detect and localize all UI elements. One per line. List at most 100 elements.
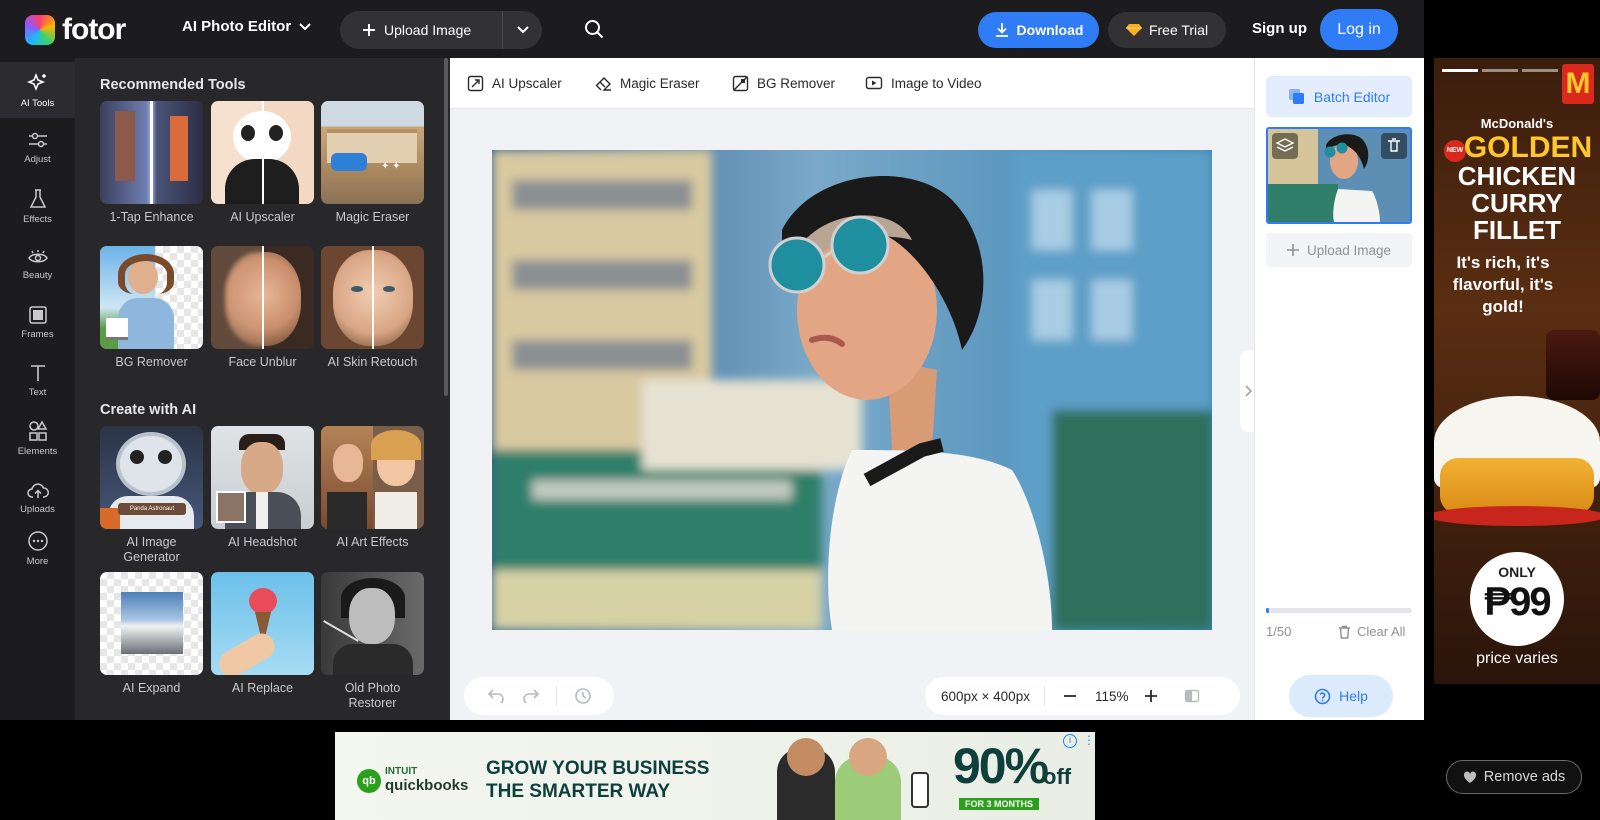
tool-old-photo-restorer[interactable]: Old Photo Restorer: [321, 572, 424, 711]
rail-item-elements[interactable]: Elements: [0, 410, 75, 466]
rail-item-label: AI Tools: [20, 97, 55, 109]
quick-tool-image-to-video[interactable]: Image to Video: [865, 75, 982, 91]
rail-item-beauty[interactable]: Beauty: [0, 236, 75, 292]
ad-info-icon[interactable]: i: [1063, 734, 1077, 748]
tool-ai-headshot[interactable]: AI Headshot: [211, 426, 314, 550]
ad-story-bar: [1522, 69, 1558, 72]
tool-face-unblur[interactable]: Face Unblur: [211, 246, 314, 370]
zoom-in-icon[interactable]: [1144, 689, 1158, 703]
ad-price-note: price varies: [1476, 650, 1558, 667]
upload-count: 1/50: [1266, 624, 1292, 639]
rail-item-label: Uploads: [20, 503, 55, 515]
redo-icon[interactable]: [522, 689, 539, 703]
ad-story-bar: [1482, 69, 1518, 72]
quick-tool-label: Magic Eraser: [620, 76, 700, 91]
help-button[interactable]: Help: [1289, 675, 1393, 717]
eraser-icon: [595, 77, 611, 91]
quick-tool-ai-upscaler[interactable]: AI Upscaler: [467, 75, 562, 92]
remove-ads-button[interactable]: Remove ads: [1446, 760, 1582, 794]
help-icon: [1314, 688, 1331, 704]
sliders-icon: [28, 132, 47, 147]
quick-tool-label: AI Upscaler: [492, 76, 562, 91]
history-icon[interactable]: [574, 687, 592, 705]
side-upload-image-button[interactable]: Upload Image: [1266, 233, 1412, 267]
quick-tool-magic-eraser[interactable]: Magic Eraser: [595, 75, 700, 92]
tool-ai-art-effects[interactable]: AI Art Effects: [321, 426, 424, 550]
chevron-down-icon: [516, 26, 529, 34]
rail-item-uploads[interactable]: Uploads: [0, 470, 75, 526]
ad-tagline: It's rich, it's flavorful, it's gold!: [1452, 253, 1554, 316]
layers-icon: [1288, 89, 1304, 104]
tool-ai-skin-retouch[interactable]: AI Skin Retouch: [321, 246, 424, 370]
canvas-image[interactable]: [492, 150, 1212, 630]
tools-panel-scrollbar[interactable]: [444, 58, 448, 396]
tool-thumbnail: [100, 101, 203, 204]
rail-item-more[interactable]: More: [0, 520, 75, 576]
tool-label: AI Headshot: [228, 535, 297, 549]
undo-icon[interactable]: [488, 689, 505, 703]
history-controls: [464, 677, 614, 715]
recommended-tools-heading: Recommended Tools: [100, 77, 246, 93]
ad-headline-3: CURRY: [1471, 188, 1563, 218]
rail-item-text[interactable]: Text: [0, 352, 75, 408]
compare-icon[interactable]: [1184, 688, 1200, 704]
canvas-size-readout[interactable]: 600px × 400px: [941, 689, 1030, 704]
tool-ai-image-generator[interactable]: Panda Astronaut AI Image Generator: [100, 426, 203, 565]
zoom-level[interactable]: 115%: [1095, 689, 1129, 704]
rail-item-frames[interactable]: Frames: [0, 294, 75, 350]
remove-ads-label: Remove ads: [1483, 769, 1566, 785]
tool-bg-remover[interactable]: BG Remover: [100, 246, 203, 370]
rail-item-adjust[interactable]: Adjust: [0, 119, 75, 175]
quick-tool-label: BG Remover: [757, 76, 836, 91]
tool-magic-eraser[interactable]: ✦ ✦ Magic Eraser: [321, 101, 424, 225]
side-upload-label: Upload Image: [1306, 242, 1392, 258]
free-trial-button[interactable]: Free Trial: [1108, 12, 1226, 48]
photo-woman-sunglasses: [492, 150, 1212, 630]
plus-icon: [1286, 244, 1299, 256]
ad-offer-suffix: off: [1043, 764, 1072, 789]
ad-drink-cup: [1546, 330, 1600, 400]
rail-item-effects[interactable]: Effects: [0, 178, 75, 234]
download-button[interactable]: Download: [978, 12, 1099, 48]
log-in-button[interactable]: Log in: [1320, 9, 1398, 50]
rail-item-label: Beauty: [22, 269, 53, 281]
sign-up-link[interactable]: Sign up: [1252, 20, 1307, 37]
tool-label: AI Skin Retouch: [327, 355, 418, 369]
editor-menu-label: AI Photo Editor: [182, 18, 292, 35]
tool-ai-expand[interactable]: AI Expand: [100, 572, 203, 696]
trash-icon: [1339, 625, 1350, 639]
help-label: Help: [1339, 688, 1368, 704]
quickbooks-ad[interactable]: qb INTUIT quickbooks GROW YOUR BUSINESS …: [335, 732, 1095, 820]
logo-mark-icon: [25, 15, 55, 45]
download-icon: [995, 23, 1008, 37]
ad-headline-2: CHICKEN: [1457, 161, 1577, 191]
tool-thumbnail: Panda Astronaut: [100, 426, 203, 529]
clear-all-button[interactable]: Clear All: [1338, 624, 1405, 639]
tool-1-tap-enhance[interactable]: 1-Tap Enhance: [100, 101, 203, 225]
tool-ai-replace[interactable]: AI Replace: [211, 572, 314, 696]
ad-headline-2: THE SMARTER WAY: [486, 781, 671, 802]
video-icon: [865, 76, 883, 90]
sparkle-icon: [26, 72, 46, 91]
rail-item-ai-tools[interactable]: AI Tools: [0, 62, 75, 118]
fotor-logo[interactable]: fotor: [25, 13, 126, 47]
tool-label: AI Replace: [231, 681, 294, 695]
chevron-down-icon: [299, 22, 311, 30]
left-rail: AI Tools Adjust Effects Beauty Frames Te…: [0, 58, 75, 720]
upload-image-button[interactable]: Upload Image: [340, 11, 502, 49]
mcdonalds-logo-icon: M: [1562, 64, 1594, 104]
batch-editor-button[interactable]: Batch Editor: [1266, 76, 1412, 117]
search-button[interactable]: [584, 19, 604, 39]
editor-menu[interactable]: AI Photo Editor: [182, 18, 311, 35]
tool-ai-upscaler[interactable]: AI Upscaler: [211, 101, 314, 225]
quick-tool-bg-remover[interactable]: BG Remover: [732, 75, 835, 92]
upscale-icon: [467, 75, 484, 92]
mcdonalds-ad[interactable]: M McDonald's NEW GOLDEN CHICKEN CURRY FI…: [1434, 58, 1600, 684]
zoom-controls: 600px × 400px 115%: [925, 677, 1240, 715]
more-icon: [27, 530, 48, 551]
ad-menu-icon[interactable]: ⋮: [1083, 732, 1095, 748]
tool-label: AI Image Generator: [123, 535, 180, 564]
zoom-out-icon[interactable]: [1063, 689, 1077, 703]
upload-options-button[interactable]: [502, 11, 542, 49]
uploaded-image-thumbnail[interactable]: [1266, 127, 1412, 224]
